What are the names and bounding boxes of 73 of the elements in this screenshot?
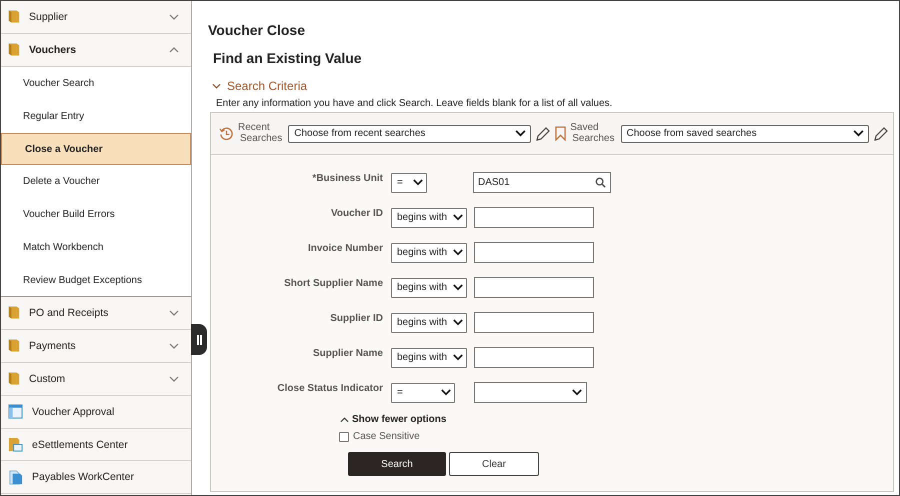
chevron-up-icon: [169, 46, 179, 53]
page-subtitle: Find an Existing Value: [213, 50, 363, 66]
input-field[interactable]: [474, 277, 594, 298]
sidebar-item[interactable]: Voucher Search: [1, 66, 191, 100]
sidebar-tile[interactable]: Voucher Approval: [1, 396, 191, 429]
chevron-down-icon: [572, 389, 582, 396]
chevron-down-icon: [453, 214, 463, 221]
folder-window-icon: [8, 437, 23, 452]
operator-dropdown[interactable]: begins with: [391, 242, 467, 262]
chevron-down-icon: [515, 130, 526, 137]
chevron-down-icon: [453, 319, 463, 326]
field-label: Invoice Number: [306, 243, 383, 256]
sidebar-item[interactable]: Review Budget Exceptions: [1, 264, 191, 298]
saved-searches-label: Saved Searches: [570, 123, 614, 144]
recent-searches-dropdown[interactable]: Choose from recent searches: [288, 124, 532, 142]
chevron-down-icon: [453, 249, 463, 256]
section-toggle[interactable]: Search Criteria: [212, 79, 308, 93]
chevron-down-icon: [169, 342, 179, 349]
lookup-field[interactable]: DAS01: [473, 172, 611, 193]
collapse-handle[interactable]: [191, 324, 207, 355]
case-sensitive-checkbox[interactable]: Case Sensitive: [339, 431, 420, 442]
folder-icon: [8, 305, 20, 320]
input-field[interactable]: [474, 242, 594, 263]
chevron-down-icon: [169, 376, 179, 382]
window-icon: [8, 404, 23, 420]
sidebar-item[interactable]: Voucher Build Errors: [1, 198, 191, 232]
sidebar-item[interactable]: Delete a Voucher: [1, 165, 191, 198]
field-label: Supplier Name: [312, 348, 383, 361]
input-field[interactable]: [474, 312, 594, 333]
folder-icon: [8, 338, 20, 354]
field-label: Short Supplier Name: [283, 278, 383, 291]
folder-icon: [8, 42, 20, 58]
chevron-down-icon: [413, 179, 423, 186]
field-label: *Business Unit: [311, 173, 383, 186]
operator-dropdown[interactable]: begins with: [391, 278, 467, 298]
clear-button[interactable]: Clear: [449, 452, 539, 476]
operator-dropdown[interactable]: begins with: [391, 312, 467, 332]
chevron-down-icon: [212, 83, 221, 89]
bookmark-icon: [555, 126, 566, 141]
value-dropdown[interactable]: [474, 382, 587, 403]
chevron-down-icon: [453, 354, 463, 361]
operator-dropdown[interactable]: =: [391, 172, 427, 192]
chevron-down-icon: [441, 389, 451, 396]
pencil-icon[interactable]: [872, 126, 888, 142]
history-icon: [219, 126, 234, 141]
operator-dropdown[interactable]: begins with: [391, 208, 467, 228]
saved-searches-dropdown[interactable]: Choose from saved searches: [620, 124, 868, 142]
chevron-down-icon: [169, 310, 179, 316]
operator-dropdown[interactable]: =: [391, 382, 455, 402]
input-field[interactable]: [474, 207, 594, 228]
chevron-down-icon: [852, 130, 864, 137]
operator-dropdown[interactable]: begins with: [391, 348, 467, 368]
chevron-down-icon: [453, 284, 463, 291]
pencil-icon[interactable]: [535, 126, 552, 142]
sidebar-item[interactable]: Close a Voucher: [1, 132, 191, 166]
sidebar-item[interactable]: Match Workbench: [1, 231, 191, 264]
instructions-text: Enter any information you have and click Search. Leave fields blank for a list of all values.: [216, 98, 614, 109]
search-icon[interactable]: [595, 177, 606, 188]
folder-icon: [8, 371, 20, 386]
page-title: Voucher Close: [208, 22, 306, 38]
field-label: Close Status Indicator: [276, 383, 383, 396]
recent-searches-label: Recent Searches: [238, 123, 282, 144]
field-label: Voucher ID: [330, 208, 383, 221]
document-icon: [8, 470, 23, 485]
sidebar-tile[interactable]: eSettlements Center: [1, 428, 191, 462]
field-label: Supplier ID: [329, 313, 383, 326]
chevron-down-icon: [169, 14, 179, 20]
show-fewer-options-link[interactable]: Show fewer options: [340, 414, 446, 425]
sidebar-item[interactable]: Regular Entry: [1, 100, 191, 133]
search-button[interactable]: Search: [348, 452, 446, 476]
folder-icon: [8, 9, 20, 24]
chevron-up-icon: [340, 416, 349, 422]
input-field[interactable]: [474, 347, 594, 368]
